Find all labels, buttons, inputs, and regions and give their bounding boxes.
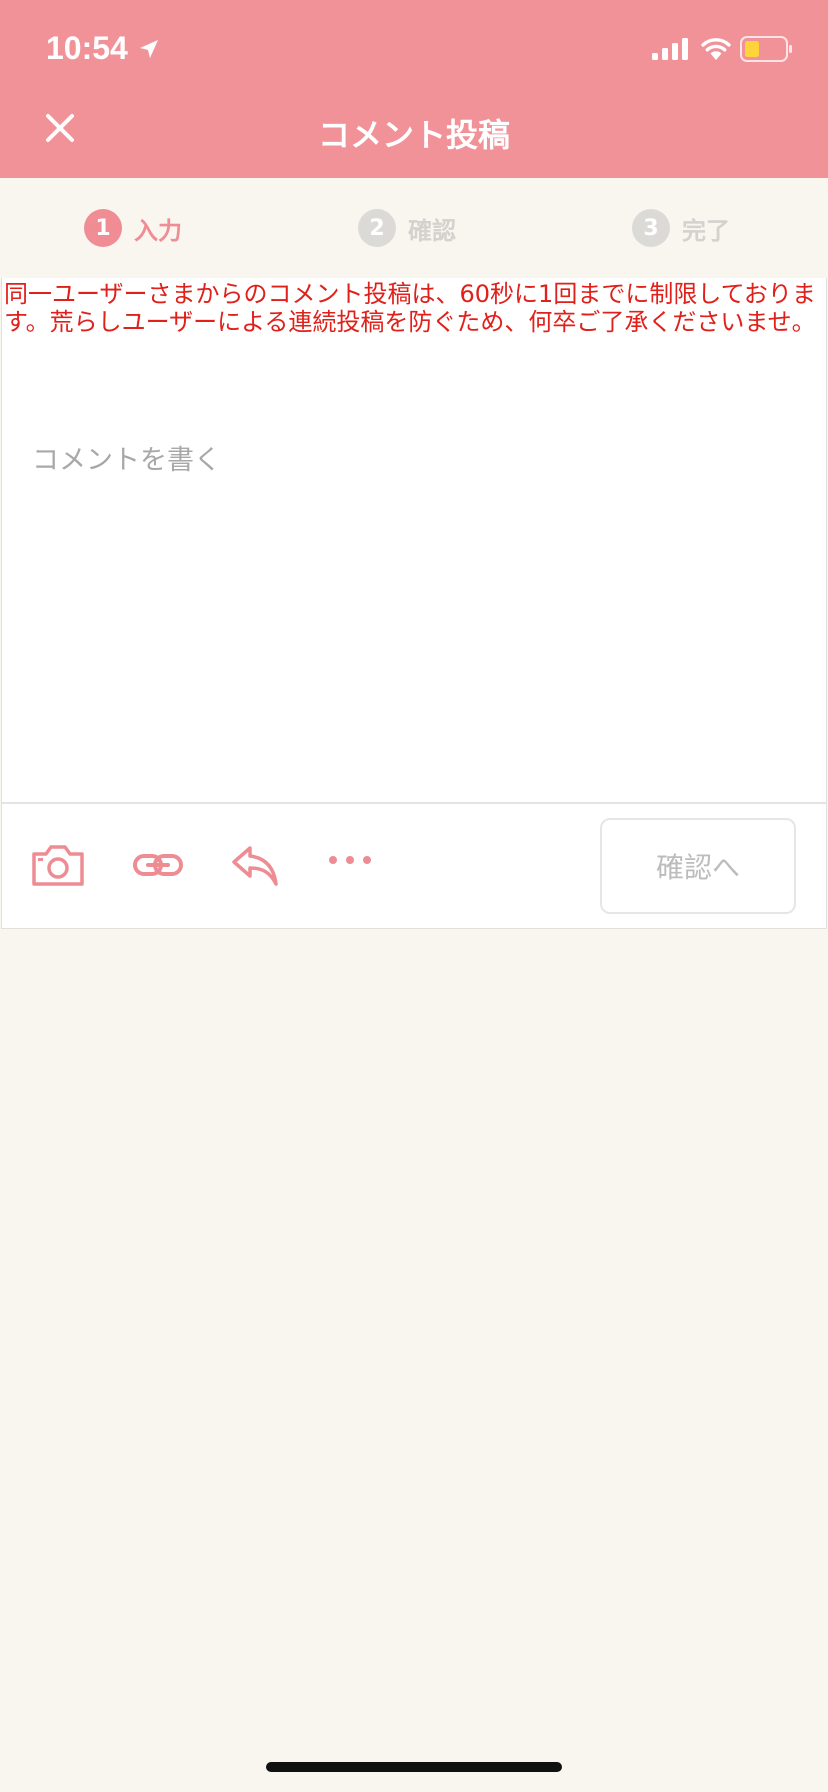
- camera-icon[interactable]: [30, 842, 86, 888]
- header: 10:54 コメント投稿: [0, 0, 828, 178]
- compose-toolbar: 確認へ: [2, 802, 826, 930]
- rate-limit-notice: 同一ユーザーさまからのコメント投稿は、60秒に1回までに制限しております。荒らし…: [4, 280, 816, 336]
- wifi-icon: [701, 38, 731, 60]
- reply-icon[interactable]: [228, 842, 280, 888]
- step-indicator: 1 入力 2 確認 3 完了: [0, 178, 828, 278]
- step-label: 完了: [682, 216, 730, 245]
- status-bar: 10:54: [0, 0, 828, 100]
- link-icon[interactable]: [132, 842, 184, 888]
- cellular-signal-icon: [652, 38, 688, 60]
- step-complete: 3 完了: [632, 208, 730, 248]
- step-input: 1 入力: [84, 208, 182, 248]
- home-indicator: [266, 1762, 562, 1772]
- step-number: 2: [358, 209, 396, 247]
- page-title: コメント投稿: [317, 116, 510, 154]
- step-confirm: 2 確認: [358, 208, 456, 248]
- comment-input[interactable]: [32, 438, 792, 738]
- battery-icon: [740, 36, 792, 62]
- step-number: 1: [84, 209, 122, 247]
- step-label: 入力: [134, 216, 182, 245]
- comment-compose-panel: 同一ユーザーさまからのコメント投稿は、60秒に1回までに制限しております。荒らし…: [1, 278, 827, 929]
- status-time: 10:54: [46, 30, 128, 66]
- step-number: 3: [632, 209, 670, 247]
- confirm-button[interactable]: 確認へ: [600, 818, 796, 914]
- location-arrow-icon: [140, 40, 158, 58]
- more-icon[interactable]: [328, 842, 372, 878]
- step-label: 確認: [408, 216, 456, 245]
